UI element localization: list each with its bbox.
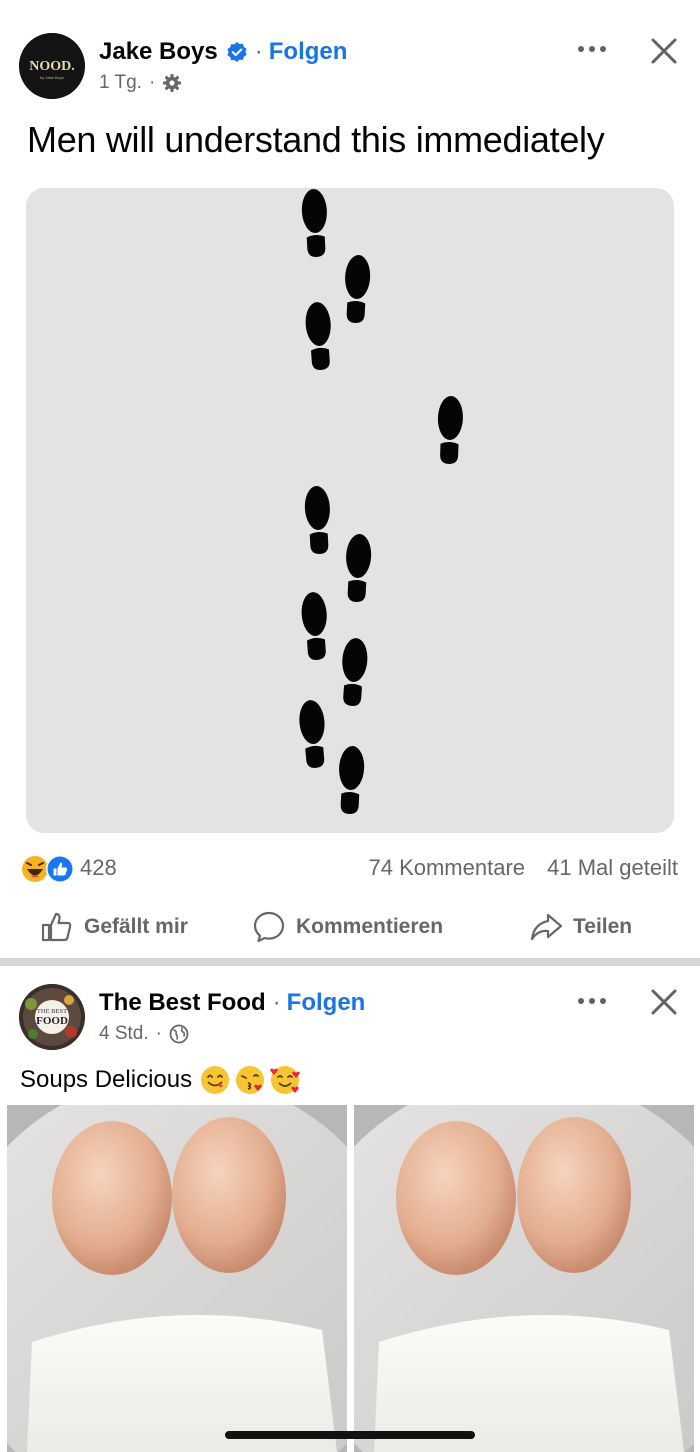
share-label: Teilen	[573, 915, 633, 938]
close-icon[interactable]	[644, 31, 684, 71]
post-text: Men will understand this immediately	[27, 119, 605, 160]
verified-badge-icon	[227, 42, 247, 62]
home-indicator[interactable]	[225, 1431, 475, 1439]
post-time[interactable]: 1 Tg.	[99, 72, 142, 94]
post-actions: Gefällt mir Kommentieren Teilen	[0, 898, 700, 954]
globe-icon	[169, 1024, 189, 1044]
haha-icon	[22, 856, 48, 882]
eggs-photo	[7, 1105, 347, 1452]
author-line: Jake Boys · Folgen	[99, 38, 347, 66]
like-button[interactable]: Gefällt mir	[40, 908, 188, 946]
post-text-line: Soups Delicious	[20, 1064, 304, 1096]
share-count[interactable]: 41 Mal geteilt	[547, 855, 678, 880]
more-icon	[578, 46, 606, 52]
avatar-logo-text: THE BEST	[37, 1008, 67, 1015]
avatar-logo-subtext: FOOD	[36, 1015, 68, 1027]
author-line: The Best Food · Folgen	[99, 989, 365, 1017]
comment-label: Kommentieren	[296, 915, 444, 938]
thumbs-up-icon	[41, 912, 72, 942]
post-photo-left[interactable]	[7, 1105, 347, 1452]
share-arrow-icon	[530, 913, 563, 941]
footprints-image	[297, 188, 464, 815]
post-text: Soups Delicious	[20, 1066, 193, 1093]
like-icon	[46, 855, 74, 883]
author-avatar[interactable]: NOOD. by Jake Boys	[19, 33, 85, 99]
comment-bubble-icon	[253, 911, 285, 943]
smiling-hearts-emoji-icon	[270, 1066, 301, 1094]
more-options-button[interactable]	[572, 34, 612, 64]
gear-icon	[163, 74, 182, 92]
separator-dot: ·	[148, 72, 156, 93]
reaction-icons[interactable]	[20, 854, 76, 884]
post-time[interactable]: 4 Std.	[99, 1023, 149, 1045]
share-button[interactable]: Teilen	[529, 908, 632, 946]
more-options-button[interactable]	[572, 986, 612, 1016]
author-name[interactable]: The Best Food	[99, 989, 266, 1017]
separator-dot: ·	[272, 989, 281, 1016]
post-meta: 4 Std. ·	[99, 1023, 189, 1045]
separator-dot: ·	[254, 38, 263, 65]
eggs-photo	[354, 1105, 694, 1452]
author-avatar[interactable]: THE BEST FOOD	[19, 984, 85, 1050]
emoji-row	[201, 1066, 301, 1094]
avatar-logo-subtext: by Jake Boys	[40, 75, 64, 80]
follow-button[interactable]: Folgen	[287, 989, 366, 1017]
author-name[interactable]: Jake Boys	[99, 38, 218, 66]
post-meta: 1 Tg. ·	[99, 72, 182, 94]
avatar-logo-text: NOOD.	[29, 59, 75, 74]
separator-dot: ·	[155, 1023, 162, 1044]
feed-divider	[0, 958, 700, 966]
follow-button[interactable]: Folgen	[269, 38, 348, 66]
post-jake-boys: NOOD. by Jake Boys Jake Boys · Folgen 1 …	[0, 0, 700, 958]
post-image-footsteps[interactable]	[26, 188, 674, 833]
kiss-emoji-icon	[236, 1066, 265, 1094]
yum-emoji-icon	[201, 1066, 230, 1094]
reaction-count[interactable]: 428	[80, 855, 117, 881]
reaction-stats: 428 74 Kommentare 41 Mal geteilt	[0, 840, 700, 896]
more-icon	[578, 998, 606, 1004]
comment-count[interactable]: 74 Kommentare	[368, 855, 525, 880]
close-icon[interactable]	[644, 982, 684, 1022]
like-label: Gefällt mir	[84, 915, 188, 938]
engagement-counts: 74 Kommentare 41 Mal geteilt	[368, 855, 678, 881]
post-photo-right[interactable]	[354, 1105, 694, 1452]
comment-button[interactable]: Kommentieren	[252, 908, 443, 946]
